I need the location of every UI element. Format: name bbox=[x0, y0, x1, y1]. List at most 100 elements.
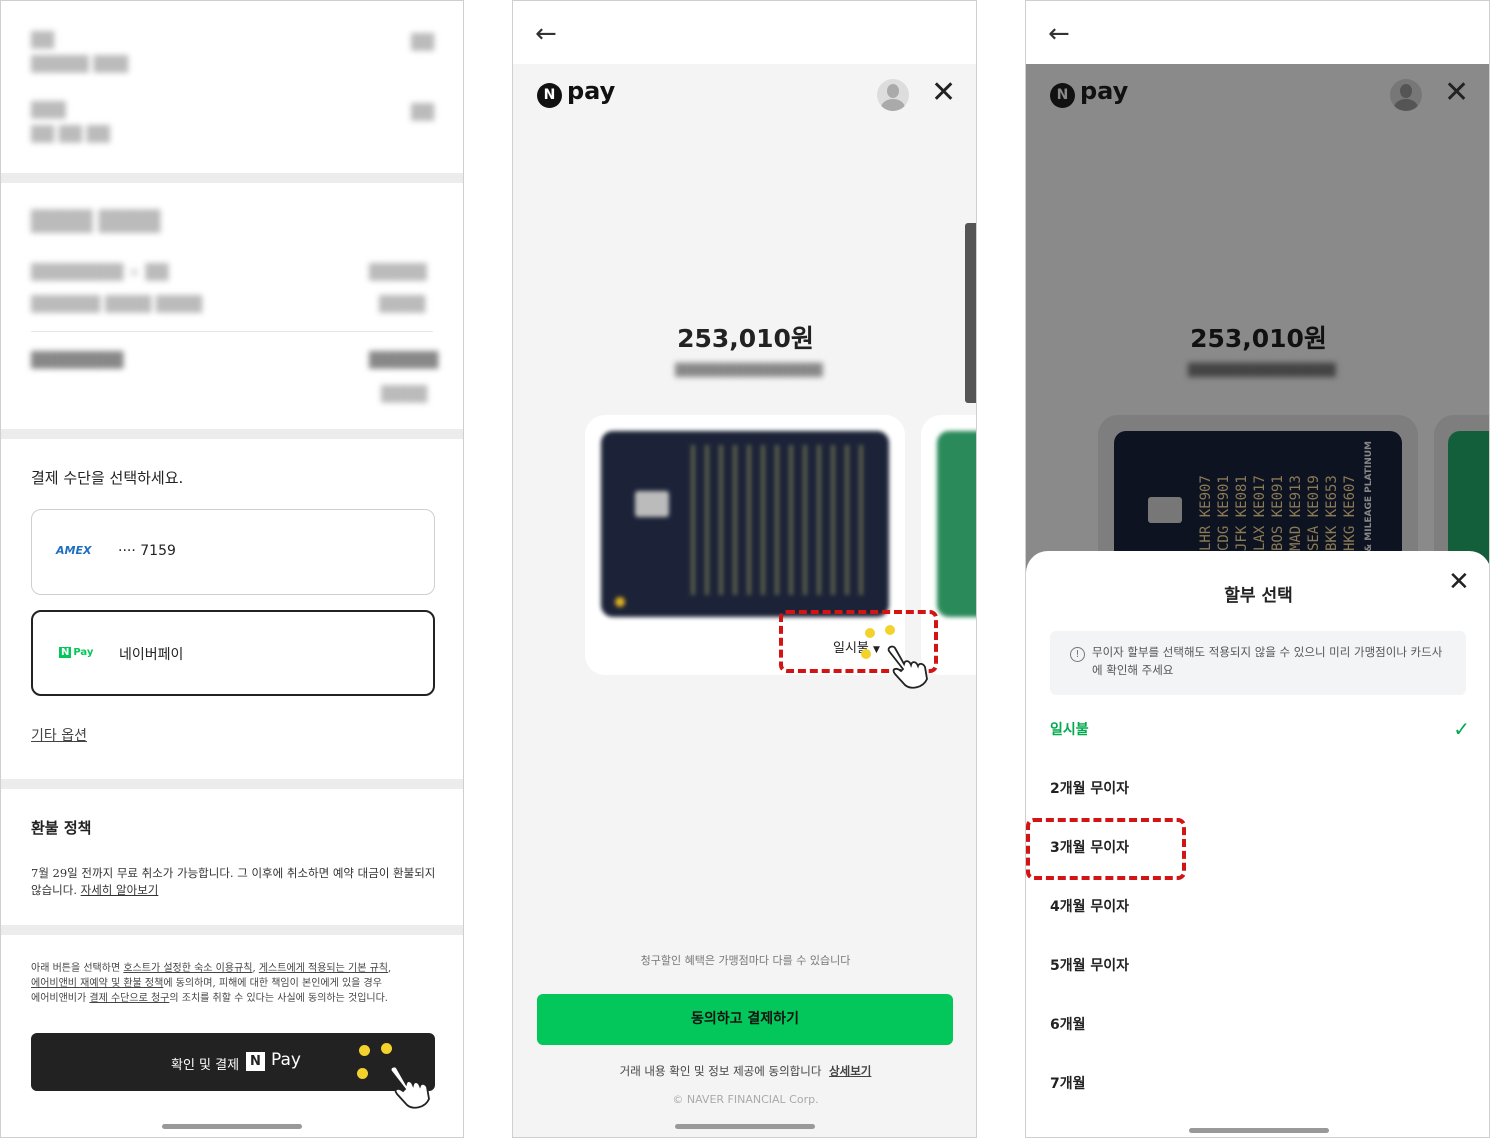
blurred-text: ██ bbox=[411, 33, 435, 51]
close-icon[interactable]: ✕ bbox=[931, 75, 956, 110]
close-icon: ✕ bbox=[1444, 75, 1470, 110]
npay-logo-icon: N bbox=[1050, 83, 1075, 108]
tap-indicator-icon bbox=[357, 1068, 368, 1079]
consent-row: 거래 내용 확인 및 정보 제공에 동의합니다 상세보기 bbox=[619, 1064, 872, 1078]
amex-card-number: ···· 7159 bbox=[118, 543, 176, 559]
home-indicator bbox=[674, 1124, 815, 1129]
installment-option[interactable]: 5개월 무이자 bbox=[1050, 955, 1470, 995]
amex-card-option[interactable]: AMEX ···· 7159 bbox=[31, 509, 435, 595]
terms-link[interactable]: 호스트가 설정한 숙소 이용규칙 bbox=[123, 963, 252, 974]
terms-link[interactable]: 결제 수단으로 청구 bbox=[89, 993, 169, 1004]
installment-option-label: 4개월 무이자 bbox=[1050, 899, 1130, 915]
payment-amount: 253,010원 bbox=[1190, 324, 1327, 353]
npay-logo-text: pay bbox=[1080, 77, 1129, 105]
installment-option-label: 6개월 bbox=[1050, 1017, 1086, 1033]
notice-text: 무이자 할부를 선택해도 적용되지 않을 수 있으니 미리 가맹점이나 카드사에… bbox=[1092, 645, 1443, 677]
avatar bbox=[1390, 79, 1422, 111]
tap-indicator-icon bbox=[865, 628, 875, 638]
refund-detail-link[interactable]: 자세히 알아보기 bbox=[81, 883, 159, 897]
npay-label: 네이버페이 bbox=[119, 647, 184, 663]
installment-option[interactable]: 6개월 bbox=[1050, 1014, 1470, 1054]
installment-option-label: 7개월 bbox=[1050, 1076, 1086, 1092]
card-route-code: BKK KE653 bbox=[1324, 475, 1340, 551]
naver-pay-option[interactable]: N Pay 네이버페이 bbox=[31, 610, 435, 696]
npay-logo-icon: N bbox=[537, 83, 562, 108]
agree-pay-button[interactable]: 동의하고 결제하기 bbox=[537, 994, 953, 1045]
notice-box: ! 무이자 할부를 선택해도 적용되지 않을 수 있으니 미리 가맹점이나 카드… bbox=[1050, 631, 1466, 695]
info-icon: ! bbox=[1070, 647, 1085, 662]
payment-amount: 253,010원 bbox=[677, 324, 814, 353]
blurred-text: █████ ███ bbox=[31, 55, 129, 73]
npay-logo-text: pay bbox=[567, 77, 616, 105]
avatar[interactable] bbox=[877, 79, 909, 111]
top-nav: ← bbox=[1026, 1, 1489, 64]
section-divider bbox=[1, 429, 463, 439]
card-tier: & MILEAGE PLATINUM bbox=[1364, 441, 1374, 552]
terms-link[interactable]: 게스트에게 적용되는 기본 규칙 bbox=[259, 963, 388, 974]
home-indicator bbox=[1188, 1128, 1329, 1133]
npay-badge: N Pay bbox=[59, 647, 94, 658]
installment-option-label: 5개월 무이자 bbox=[1050, 958, 1130, 974]
discount-note: 청구할인 혜택은 가맹점마다 다를 수 있습니다 bbox=[640, 954, 851, 967]
other-options-link[interactable]: 기타 옵션 bbox=[31, 725, 87, 745]
blurred-text: ██ ██ ██ bbox=[31, 125, 110, 143]
blurred-text: ██████ bbox=[369, 351, 439, 369]
card-route-codes: LHR KE907 CDG KE901 JFK KE081 LAX KE017 BOS … bbox=[1198, 441, 1358, 551]
home-indicator bbox=[162, 1124, 302, 1129]
blurred-text: ██████ ████ ████ bbox=[31, 295, 203, 313]
highlight-box bbox=[1026, 818, 1186, 880]
blurred-text: ████████ × ██ bbox=[31, 263, 169, 281]
copyright: © NAVER FINANCIAL Corp. bbox=[672, 1093, 819, 1106]
card-route-code: BOS KE091 bbox=[1270, 475, 1286, 551]
refund-title: 환불 정책 bbox=[31, 819, 92, 837]
section-divider bbox=[1, 925, 463, 935]
section-divider bbox=[1, 173, 463, 183]
blurred-text: ████ ████ bbox=[31, 209, 161, 233]
card-route-code: HKG KE607 bbox=[1342, 475, 1358, 551]
refund-text: 7월 29일 전까지 무료 취소가 가능합니다. 그 이후에 취소하면 예약 대… bbox=[31, 866, 436, 897]
pointing-hand-icon bbox=[887, 645, 928, 689]
confirm-pay-button[interactable]: 확인 및 결제 N Pay bbox=[31, 1033, 435, 1091]
blurred-merchant: ████████████████ bbox=[1188, 363, 1336, 377]
installment-option[interactable]: 일시불 ✓ bbox=[1050, 717, 1470, 759]
sheet-close-icon[interactable]: ✕ bbox=[1448, 567, 1470, 597]
tap-indicator-icon bbox=[885, 625, 895, 635]
back-arrow-icon[interactable]: ← bbox=[535, 19, 557, 49]
installment-option-label: 2개월 무이자 bbox=[1050, 781, 1130, 797]
blurred-text: █████ bbox=[369, 263, 427, 281]
terms-text: 아래 버튼을 선택하면 호스트가 설정한 숙소 이용규칙, 게스트에게 적용되는… bbox=[31, 963, 392, 1004]
next-card-edge bbox=[965, 223, 976, 403]
divider-line bbox=[31, 331, 433, 332]
blurred-text: ████ bbox=[381, 385, 428, 403]
installment-option[interactable]: 4개월 무이자 bbox=[1050, 896, 1470, 936]
installment-option-label: 일시불 bbox=[1050, 722, 1089, 738]
payment-section-title: 결제 수단을 선택하세요. bbox=[31, 469, 184, 487]
consent-detail-link[interactable]: 상세보기 bbox=[829, 1064, 871, 1078]
card-route-code: SEA KE019 bbox=[1306, 475, 1322, 551]
credit-card-image bbox=[601, 431, 889, 617]
blurred-text: ████████ bbox=[31, 351, 124, 369]
card-route-code: LHR KE907 bbox=[1198, 475, 1214, 551]
pointing-hand-icon bbox=[389, 1065, 430, 1109]
naver-pay-panel: ← N pay ✕ 253,010원 ████████████████ 일시불 … bbox=[512, 0, 977, 1138]
card-route-code: LAX KE017 bbox=[1252, 475, 1268, 551]
terms-link[interactable]: 에어비앤비 재예약 및 환불 정책 bbox=[31, 978, 163, 989]
card-route-code: MAD KE913 bbox=[1288, 475, 1304, 551]
installment-option[interactable]: 2개월 무이자 bbox=[1050, 778, 1470, 818]
card-route-code: CDG KE901 bbox=[1216, 475, 1232, 551]
airbnb-checkout-panel: ██ █████ ███ ██ ███ ██ ██ ██ ██ ████ ███… bbox=[0, 0, 464, 1138]
blurred-text: ████ bbox=[379, 295, 426, 313]
tap-indicator-icon bbox=[381, 1043, 392, 1054]
blurred-merchant: ████████████████ bbox=[675, 363, 823, 377]
check-icon: ✓ bbox=[1453, 717, 1470, 741]
tap-indicator-icon bbox=[359, 1045, 370, 1056]
back-arrow-icon[interactable]: ← bbox=[1048, 19, 1070, 49]
blurred-text: ██ bbox=[411, 103, 435, 121]
installment-option[interactable]: 7개월 bbox=[1050, 1073, 1470, 1113]
blurred-text: ██ bbox=[31, 31, 55, 49]
top-nav: ← bbox=[513, 1, 976, 64]
card-route-code: JFK KE081 bbox=[1234, 475, 1250, 551]
installment-select-panel: ← N pay ✕ 253,010원 ████████████████ LHR … bbox=[1025, 0, 1490, 1138]
amex-logo: AMEX bbox=[56, 544, 92, 557]
confirm-pay-text: Pay bbox=[271, 1050, 301, 1070]
